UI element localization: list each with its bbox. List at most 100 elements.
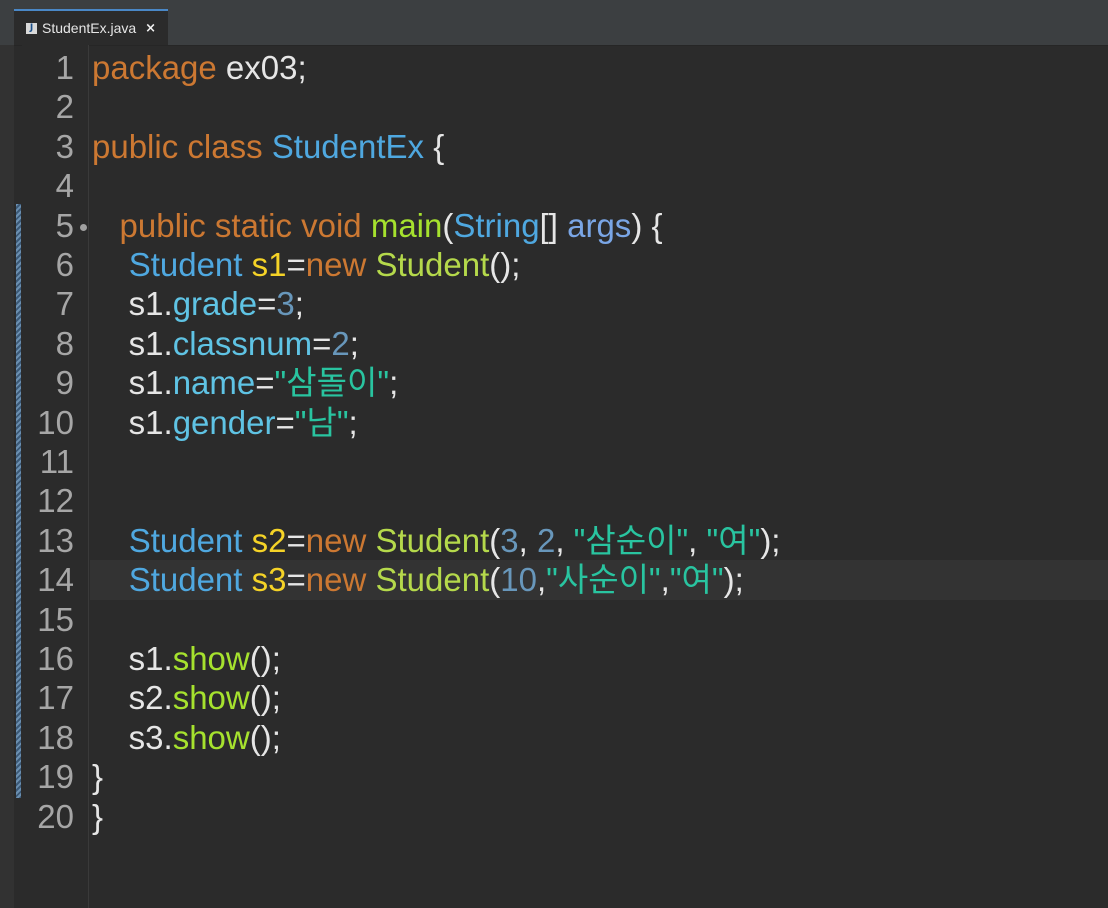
code-line-16[interactable]: 16 s1.show();	[0, 639, 1108, 679]
line-number: 12	[37, 482, 74, 520]
code-line-18[interactable]: 18 s3.show();	[0, 718, 1108, 758]
code-token: Student	[375, 246, 490, 283]
code-token: "삼돌이"	[274, 364, 390, 402]
code-token: s3	[251, 561, 287, 599]
code-token: new	[305, 246, 367, 283]
code-token: Student	[128, 561, 243, 599]
code-token: gender	[172, 403, 276, 441]
code-token: ,	[555, 521, 574, 559]
code-line-3[interactable]: 3 public class StudentEx {	[0, 127, 1108, 167]
code-token: =	[255, 364, 275, 402]
code-line-2[interactable]: 2	[0, 87, 1108, 127]
line-number: 18	[37, 718, 74, 756]
code-token: public	[92, 127, 179, 165]
code-token: s1.	[92, 403, 173, 441]
code-token: show	[172, 718, 250, 756]
code-text: s1.name="삼돌이";	[92, 363, 399, 403]
editor-tab-bar: J StudentEx.java ×	[0, 0, 1108, 46]
line-number: 11	[39, 443, 74, 480]
code-token: name	[172, 364, 256, 402]
code-token: s2	[251, 521, 287, 559]
code-line-13[interactable]: 13 Student s2=new Student(3, 2, "삼순이", "…	[0, 521, 1108, 561]
tab-label: StudentEx.java	[42, 20, 137, 36]
code-line-12[interactable]: 12	[0, 481, 1108, 521]
code-line-10[interactable]: 10 s1.gender="남";	[0, 403, 1108, 443]
code-token: StudentEx	[271, 127, 425, 165]
code-token: s3.	[92, 718, 173, 756]
code-token: );	[760, 521, 781, 559]
code-line-8[interactable]: 8 s1.classnum=2;	[0, 324, 1108, 364]
code-token: 10	[500, 561, 537, 599]
code-token: {	[424, 127, 445, 165]
code-text: s2.show();	[92, 678, 281, 718]
code-line-7[interactable]: 7 s1.grade=3;	[0, 284, 1108, 324]
code-token: new	[305, 521, 367, 559]
code-line-4[interactable]: 4	[0, 166, 1108, 206]
code-token: ();	[249, 718, 281, 756]
code-text: }	[92, 757, 103, 797]
fold-toggle-icon[interactable]	[80, 223, 87, 231]
code-token: ,	[518, 521, 537, 559]
code-token: class	[187, 127, 263, 165]
line-number: 16	[37, 640, 74, 677]
line-number: 14	[37, 561, 74, 599]
code-token: =	[275, 403, 295, 441]
code-line-1[interactable]: 1 package ex03;	[0, 48, 1108, 88]
line-number: 19	[37, 758, 74, 796]
line-number: 1	[55, 49, 74, 86]
code-token: "사순이"	[546, 561, 661, 599]
code-token: =	[286, 521, 306, 559]
line-number: 13	[37, 521, 74, 559]
line-number: 6	[55, 246, 74, 283]
code-line-14[interactable]: 14 Student s3=new Student(10,"사순이","여");	[0, 560, 1108, 601]
code-token: "남"	[294, 403, 349, 441]
code-token: ,	[536, 561, 547, 599]
line-number: 3	[55, 127, 74, 165]
code-token: ;	[294, 285, 304, 323]
code-token: (	[442, 206, 454, 244]
code-line-6[interactable]: 6 Student s1=new Student();	[0, 245, 1108, 285]
line-number: 9	[55, 364, 74, 402]
code-token: ();	[489, 246, 521, 283]
code-token: public	[119, 206, 206, 244]
code-token: s1.	[92, 324, 173, 362]
code-line-9[interactable]: 9 s1.name="삼돌이";	[0, 363, 1108, 403]
java-file-icon: J	[26, 22, 37, 34]
code-token: main	[370, 206, 443, 244]
code-token: s1	[251, 246, 287, 283]
code-text: s1.grade=3;	[92, 284, 304, 324]
line-number: 8	[55, 324, 74, 362]
code-token: Student	[128, 521, 243, 559]
code-line-19[interactable]: 19}	[0, 757, 1108, 797]
code-line-11[interactable]: 11	[0, 442, 1108, 482]
code-token: grade	[172, 285, 258, 323]
editor-tab-studentex[interactable]: J StudentEx.java ×	[14, 9, 169, 45]
code-editor-window: J StudentEx.java × 1 package ex03; 2 3 publi…	[0, 0, 1108, 908]
code-token: ;	[348, 403, 358, 441]
code-text: Student s2=new Student(3, 2, "삼순이", "여")…	[92, 521, 781, 561]
code-token: ();	[249, 640, 281, 677]
code-line-15[interactable]: 15	[0, 600, 1108, 640]
code-text: s1.gender="남";	[92, 403, 358, 443]
code-text: package ex03;	[92, 48, 307, 88]
code-token: s1.	[92, 285, 173, 323]
close-icon[interactable]: ×	[145, 21, 156, 36]
code-token: }	[92, 797, 104, 835]
code-token: =	[286, 561, 306, 599]
code-line-5[interactable]: 5 public static void main(String[] args)…	[0, 206, 1108, 246]
line-number: 5	[55, 206, 74, 244]
code-token: 3	[276, 285, 295, 323]
code-token: show	[172, 640, 250, 677]
code-line-17[interactable]: 17 s2.show();	[0, 678, 1108, 718]
code-line-20[interactable]: 20}	[0, 797, 1108, 837]
code-token: s2.	[92, 679, 173, 717]
